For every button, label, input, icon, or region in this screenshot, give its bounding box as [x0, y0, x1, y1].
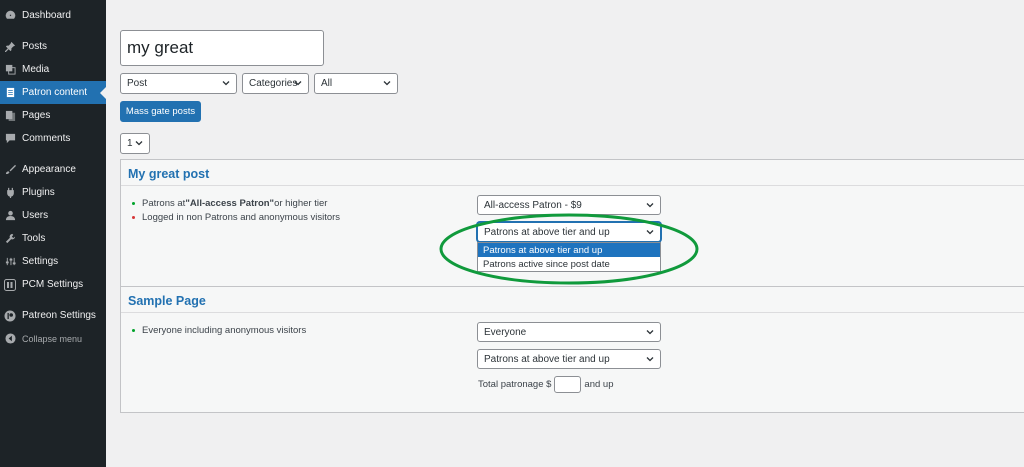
total-patronage-row: Total patronage $ and up	[478, 376, 613, 393]
panel-divider	[121, 185, 1024, 186]
chevron-down-icon	[646, 357, 654, 362]
green-bullet-icon	[132, 202, 135, 205]
plugin-icon	[4, 187, 16, 199]
sidebar-item-tools[interactable]: Tools	[0, 227, 106, 250]
taxonomy-select[interactable]: Categories	[242, 73, 309, 94]
sidebar-item-plugins[interactable]: Plugins	[0, 181, 106, 204]
access-mode-value: Patrons at above tier and up	[484, 353, 610, 365]
sidebar-item-pcm-settings[interactable]: PCM Settings	[0, 273, 106, 296]
sidebar-item-label: Posts	[22, 41, 48, 52]
sidebar-item-label: Users	[22, 210, 49, 221]
sidebar-item-label: Patron content	[22, 87, 88, 98]
sidebar-item-label: Patreon Settings	[22, 310, 96, 321]
chevron-down-icon	[222, 81, 230, 86]
total-patronage-input[interactable]	[554, 376, 582, 393]
pages-icon	[4, 110, 16, 122]
chevron-down-icon	[135, 141, 143, 146]
tier-select-value: Everyone	[484, 326, 527, 338]
access-mode-value: Patrons at above tier and up	[484, 226, 610, 238]
rule-item: Logged in non Patrons and anonymous visi…	[132, 212, 340, 223]
user-icon	[4, 210, 16, 222]
rule-item: Patrons at "All-access Patron" or higher…	[132, 198, 327, 209]
chevron-down-icon	[646, 203, 654, 208]
sidebar-item-settings[interactable]: Settings	[0, 250, 106, 273]
panel-divider	[121, 312, 1024, 313]
sidebar-item-pages[interactable]: Pages	[0, 104, 106, 127]
access-mode-dropdown: Patrons at above tier and up Patrons act…	[477, 242, 661, 272]
sidebar-item-appearance[interactable]: Appearance	[0, 158, 106, 181]
chevron-down-icon	[646, 230, 654, 235]
sidebar-item-label: Dashboard	[22, 10, 71, 21]
sidebar-item-label: Tools	[22, 233, 46, 244]
chevron-down-icon	[646, 330, 654, 335]
rule-item: Everyone including anonymous visitors	[132, 325, 306, 336]
total-patronage-label: Total patronage $	[478, 379, 552, 390]
term-select[interactable]: All	[314, 73, 398, 94]
sidebar-item-media[interactable]: Media	[0, 58, 106, 81]
sidebar-item-users[interactable]: Users	[0, 204, 106, 227]
sidebar-item-label: Plugins	[22, 187, 55, 198]
comment-icon	[4, 133, 16, 145]
pcm-icon	[4, 278, 16, 291]
settings-icon	[4, 256, 16, 268]
sidebar-item-comments[interactable]: Comments	[0, 127, 106, 150]
main-content: Post Categories All Mass gate posts 1 My…	[106, 0, 1024, 467]
sidebar-item-label: Settings	[22, 256, 59, 267]
page-select[interactable]: 1	[120, 133, 150, 154]
collapse-menu-button[interactable]: Collapse menu	[0, 327, 106, 350]
page-icon	[4, 87, 16, 99]
sidebar-item-label: Appearance	[22, 164, 76, 175]
access-mode-select[interactable]: Patrons at above tier and up	[477, 349, 661, 369]
mass-gate-button[interactable]: Mass gate posts	[120, 101, 201, 122]
sidebar-item-patron-content[interactable]: Patron content	[0, 81, 106, 104]
media-icon	[4, 64, 16, 76]
taxonomy-value: Categories	[249, 78, 298, 89]
patreon-icon	[4, 310, 16, 322]
dropdown-option[interactable]: Patrons active since post date	[478, 257, 660, 271]
admin-sidebar: Dashboard Posts Media Patron content Pag…	[0, 0, 106, 467]
collapse-icon	[4, 333, 16, 345]
post-type-value: Post	[127, 78, 148, 89]
sidebar-item-posts[interactable]: Posts	[0, 35, 106, 58]
brush-icon	[4, 164, 16, 176]
tier-select[interactable]: Everyone	[477, 322, 661, 342]
total-patronage-suffix: and up	[584, 379, 614, 390]
wrench-icon	[4, 233, 16, 245]
sidebar-item-patreon-settings[interactable]: Patreon Settings	[0, 304, 106, 327]
post-title: My great post	[128, 167, 210, 181]
post-type-select[interactable]: Post	[120, 73, 237, 94]
dropdown-option[interactable]: Patrons at above tier and up	[478, 243, 660, 257]
sidebar-item-label: Comments	[22, 133, 71, 144]
sidebar-item-label: PCM Settings	[22, 279, 84, 290]
sidebar-item-label: Pages	[22, 110, 51, 121]
dashboard-icon	[4, 10, 16, 22]
sidebar-item-label: Media	[22, 64, 50, 75]
term-value: All	[321, 78, 333, 89]
chevron-down-icon	[294, 81, 302, 86]
tier-select[interactable]: All-access Patron - $9	[477, 195, 661, 215]
page-select-value: 1	[127, 138, 133, 149]
green-bullet-icon	[132, 329, 135, 332]
sidebar-item-dashboard[interactable]: Dashboard	[0, 4, 106, 27]
search-input[interactable]	[120, 30, 324, 66]
sidebar-item-label: Collapse menu	[22, 333, 83, 344]
access-mode-select[interactable]: Patrons at above tier and up	[477, 222, 661, 242]
post-title: Sample Page	[128, 294, 206, 308]
pin-icon	[4, 41, 16, 53]
tier-select-value: All-access Patron - $9	[484, 199, 582, 211]
red-bullet-icon	[132, 216, 135, 219]
chevron-down-icon	[383, 81, 391, 86]
